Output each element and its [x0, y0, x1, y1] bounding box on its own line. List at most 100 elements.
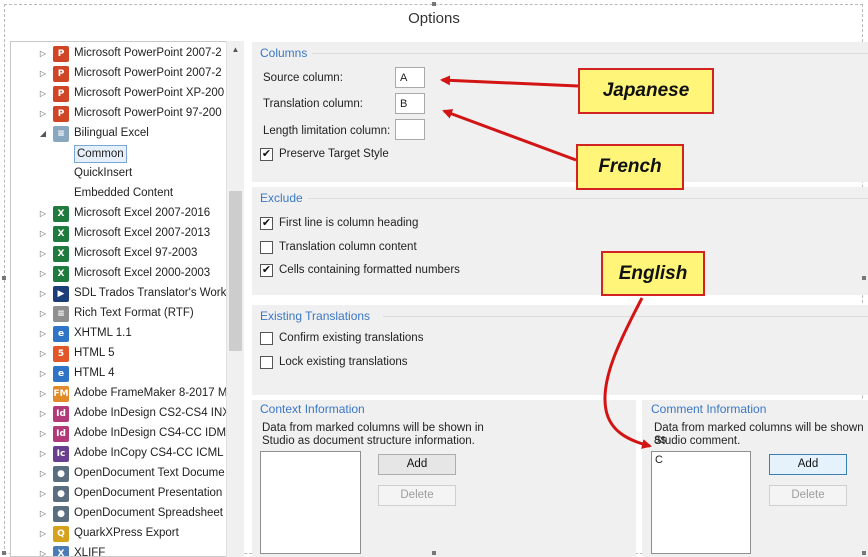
- tree-item[interactable]: ▷ 5 HTML 5: [11, 344, 227, 364]
- tree-item[interactable]: ▷ Q QuarkXPress Export: [11, 524, 227, 544]
- formatted-numbers-checkbox[interactable]: ✔: [260, 264, 273, 277]
- file-type-tree[interactable]: ▷ P Microsoft PowerPoint 2007-2 ▷ P Microsoft…: [10, 41, 244, 557]
- resize-handle[interactable]: [432, 551, 436, 555]
- expand-arrow-icon[interactable]: ▷: [37, 64, 49, 84]
- tree-item[interactable]: ▷ ▶ SDL Trados Translator's Work: [11, 284, 227, 304]
- tree-item-label: Common: [74, 145, 127, 163]
- tree-item[interactable]: ▷ e HTML 4: [11, 364, 227, 384]
- expand-arrow-icon[interactable]: ▷: [37, 284, 49, 304]
- existing-translations-title: Existing Translations: [260, 309, 371, 323]
- xhtml-icon: e: [53, 326, 69, 342]
- lock-existing-checkbox[interactable]: [260, 356, 273, 369]
- tree-item-label: OpenDocument Presentation: [74, 487, 223, 499]
- confirm-existing-checkbox[interactable]: [260, 332, 273, 345]
- resize-handle[interactable]: [862, 551, 866, 555]
- html5-icon: 5: [53, 346, 69, 362]
- french-callout: French: [576, 144, 684, 190]
- tree-item[interactable]: ▷ Id Adobe InDesign CS4-CC IDM: [11, 424, 227, 444]
- comment-columns-list[interactable]: C: [651, 451, 751, 554]
- translation-column-content-checkbox[interactable]: [260, 241, 273, 254]
- tree-item[interactable]: ▷ Ic Adobe InCopy CS4-CC ICML: [11, 444, 227, 464]
- expand-arrow-icon[interactable]: ▷: [37, 524, 49, 544]
- tree-item[interactable]: ▷ X Microsoft Excel 97-2003: [11, 244, 227, 264]
- expand-arrow-icon[interactable]: ▷: [37, 104, 49, 124]
- tree-item[interactable]: ▷ ● OpenDocument Presentation: [11, 484, 227, 504]
- tree-item[interactable]: ◢ ≡ Bilingual Excel: [11, 124, 227, 144]
- tree-item[interactable]: ▷ ● OpenDocument Text Docume: [11, 464, 227, 484]
- comment-delete-button[interactable]: Delete: [769, 485, 847, 506]
- tree-item-label: QuickInsert: [74, 167, 133, 179]
- excel-icon: X: [53, 226, 69, 242]
- collapse-arrow-icon[interactable]: ◢: [37, 124, 49, 144]
- expand-arrow-icon[interactable]: ▷: [37, 204, 49, 224]
- tree-item[interactable]: ▷ X XLIFF: [11, 544, 227, 556]
- tree-item-label: Bilingual Excel: [74, 127, 149, 139]
- scroll-up-icon[interactable]: ▲: [227, 41, 244, 58]
- expand-arrow-icon[interactable]: ▷: [37, 324, 49, 344]
- expand-arrow-icon[interactable]: ▷: [37, 224, 49, 244]
- first-line-heading-checkbox[interactable]: ✔: [260, 217, 273, 230]
- expand-arrow-icon[interactable]: ▷: [37, 44, 49, 64]
- tree-item[interactable]: QuickInsert: [11, 164, 227, 184]
- tree-item[interactable]: Embedded Content: [11, 184, 227, 204]
- scroll-thumb[interactable]: [229, 191, 242, 351]
- expand-arrow-icon[interactable]: ▷: [37, 344, 49, 364]
- tree-item[interactable]: ▷ P Microsoft PowerPoint 2007-2: [11, 44, 227, 64]
- context-delete-button[interactable]: Delete: [378, 485, 456, 506]
- expand-arrow-icon[interactable]: ▷: [37, 384, 49, 404]
- html4-icon: e: [53, 366, 69, 382]
- tree-item[interactable]: ▷ P Microsoft PowerPoint 2007-2: [11, 64, 227, 84]
- preserve-target-style-checkbox[interactable]: ✔: [260, 148, 273, 161]
- context-columns-list[interactable]: [260, 451, 361, 554]
- tree-scrollbar[interactable]: ▲: [226, 41, 244, 557]
- context-description-line2: Studio as document structure information…: [262, 435, 475, 447]
- divider: [312, 53, 868, 54]
- tree-item[interactable]: ▷ X Microsoft Excel 2000-2003: [11, 264, 227, 284]
- resize-handle[interactable]: [432, 2, 436, 6]
- tree-item[interactable]: ▷ P Microsoft PowerPoint 97-200: [11, 104, 227, 124]
- expand-arrow-icon[interactable]: ▷: [37, 484, 49, 504]
- incopy-icon: Ic: [53, 446, 69, 462]
- expand-arrow-icon[interactable]: ▷: [37, 544, 49, 556]
- tree-item-label: Microsoft Excel 97-2003: [74, 247, 198, 259]
- tree-item[interactable]: Common: [11, 144, 227, 164]
- tree-item[interactable]: ▷ FM Adobe FrameMaker 8-2017 M: [11, 384, 227, 404]
- tree-item[interactable]: ▷ ● OpenDocument Spreadsheet: [11, 504, 227, 524]
- tree-item-label: Microsoft Excel 2007-2016: [74, 207, 211, 219]
- lock-existing-label: Lock existing translations: [279, 356, 408, 368]
- resize-handle[interactable]: [2, 276, 6, 280]
- expand-arrow-icon[interactable]: ▷: [37, 464, 49, 484]
- expand-arrow-icon[interactable]: ▷: [37, 84, 49, 104]
- columns-group: [252, 42, 868, 182]
- powerpoint-icon: P: [53, 66, 69, 82]
- expand-arrow-icon[interactable]: ▷: [37, 304, 49, 324]
- expand-arrow-icon[interactable]: ▷: [37, 504, 49, 524]
- expand-arrow-icon[interactable]: ▷: [37, 444, 49, 464]
- expand-arrow-icon[interactable]: ▷: [37, 364, 49, 384]
- resize-handle[interactable]: [2, 551, 6, 555]
- context-add-button[interactable]: Add: [378, 454, 456, 475]
- tree-item-label: Microsoft Excel 2000-2003: [74, 267, 211, 279]
- tree-item-label: Microsoft PowerPoint XP-200: [74, 87, 225, 99]
- tree-item[interactable]: ▷ X Microsoft Excel 2007-2013: [11, 224, 227, 244]
- expand-arrow-icon[interactable]: ▷: [37, 424, 49, 444]
- expand-arrow-icon[interactable]: ▷: [37, 264, 49, 284]
- opendocument-icon: ●: [53, 486, 69, 502]
- tree-item[interactable]: ▷ Id Adobe InDesign CS2-CS4 INX: [11, 404, 230, 424]
- resize-handle[interactable]: [862, 276, 866, 280]
- opendocument-icon: ●: [53, 466, 69, 482]
- powerpoint-icon: P: [53, 46, 69, 62]
- comment-add-button[interactable]: Add: [769, 454, 847, 475]
- expand-arrow-icon[interactable]: ▷: [37, 244, 49, 264]
- length-limitation-input[interactable]: [395, 119, 425, 140]
- source-column-input[interactable]: A: [395, 67, 425, 88]
- expand-arrow-icon[interactable]: ▷: [37, 404, 49, 424]
- tree-item[interactable]: ▷ ≡ Rich Text Format (RTF): [11, 304, 227, 324]
- tree-item-label: Microsoft PowerPoint 2007-2: [74, 67, 222, 79]
- context-description-line1: Data from marked columns will be shown i…: [262, 422, 484, 434]
- tree-item[interactable]: ▷ P Microsoft PowerPoint XP-200: [11, 84, 227, 104]
- tree-item[interactable]: ▷ e XHTML 1.1: [11, 324, 227, 344]
- tree-item-label: HTML 5: [74, 347, 115, 359]
- tree-item[interactable]: ▷ X Microsoft Excel 2007-2016: [11, 204, 227, 224]
- translation-column-input[interactable]: B: [395, 93, 425, 114]
